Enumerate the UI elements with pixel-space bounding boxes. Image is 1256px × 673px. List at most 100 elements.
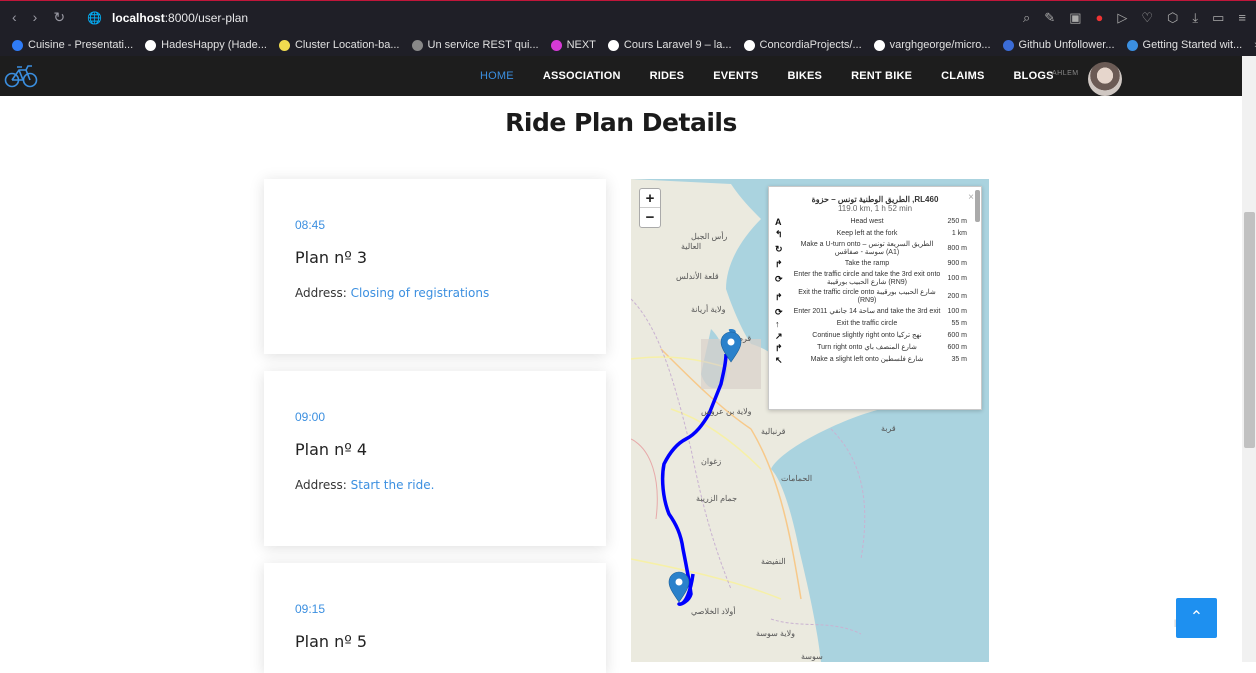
nav-item-events[interactable]: EVENTS bbox=[713, 70, 758, 82]
step-distance: 35 m bbox=[951, 356, 967, 363]
page-icon bbox=[411, 39, 423, 51]
bookmark-item[interactable]: Github Unfollower... bbox=[1002, 39, 1115, 51]
address-value[interactable]: Start the ride. bbox=[351, 478, 435, 492]
search-icon[interactable]: ⌕ bbox=[1023, 10, 1030, 26]
step-instruction: Take the ramp bbox=[844, 260, 890, 267]
bookmark-label: Cluster Location-ba... bbox=[294, 39, 400, 51]
browser-toolbar: ‹ › ↻ 🌐 localhost:8000/user-plan ⌕ ✎ ▣ ●… bbox=[0, 0, 1256, 34]
plan-card: 09:00 Plan nº 4 Address: Start the ride. bbox=[264, 371, 606, 546]
nav-item-rent-bike[interactable]: RENT BIKE bbox=[851, 70, 912, 82]
step-instruction: Enter ساحة 14 جانفي 2011 and take the 3r… bbox=[793, 308, 941, 315]
plan-name: Plan nº 3 bbox=[295, 248, 368, 267]
page-scrollbar-thumb[interactable] bbox=[1244, 212, 1255, 448]
svg-text:أولاد الخلاصي: أولاد الخلاصي bbox=[691, 605, 736, 616]
battery-icon[interactable]: ▭ bbox=[1212, 10, 1224, 26]
nav-item-blogs[interactable]: BLOGS bbox=[1014, 70, 1054, 82]
bookmark-item[interactable]: Cuisine - Presentati... bbox=[12, 39, 133, 51]
bookmark-label: Getting Started wit... bbox=[1142, 39, 1243, 51]
bookmark-label: NEXT bbox=[566, 39, 596, 51]
play-icon[interactable]: ▷ bbox=[1117, 10, 1127, 26]
step-distance: 100 m bbox=[947, 275, 967, 282]
route-step[interactable]: ↑ Exit the traffic circle 55 m bbox=[769, 318, 981, 330]
bookmark-item[interactable]: Cluster Location-ba... bbox=[278, 39, 400, 51]
plan-time: 09:15 bbox=[295, 602, 326, 616]
route-step[interactable]: ↱ Turn right onto شارع المنصف باي 600 m bbox=[769, 342, 981, 354]
zoom-in-button[interactable]: + bbox=[640, 189, 660, 208]
route-step[interactable]: ↗ Continue slightly right onto نهج تركيا 6… bbox=[769, 330, 981, 342]
forward-icon[interactable]: › bbox=[33, 9, 38, 26]
step-direction-icon: ⟳ bbox=[775, 307, 783, 317]
bookmark-item[interactable]: varghgeorge/micro... bbox=[873, 39, 991, 51]
site-navbar: HOME ASSOCIATION RIDES EVENTS BIKES RENT BIKE… bbox=[0, 56, 1256, 96]
bookmarks-bar: Cuisine - Presentati... HadesHappy (Hade.… bbox=[0, 34, 1256, 56]
plan-card: 09:15 Plan nº 5 bbox=[264, 563, 606, 673]
step-instruction: Exit the traffic circle onto شارع الحبيب… bbox=[798, 289, 936, 304]
nav-item-home[interactable]: HOME bbox=[480, 70, 514, 82]
back-to-top-button[interactable]: ⌃ bbox=[1176, 598, 1217, 638]
c-logo-icon bbox=[12, 39, 23, 51]
route-step[interactable]: ↻ Make a U-turn onto الطريق السريعة تونس … bbox=[769, 240, 981, 258]
nav-item-rides[interactable]: RIDES bbox=[650, 70, 685, 82]
bike-logo-icon[interactable] bbox=[4, 62, 38, 90]
reload-icon[interactable]: ↻ bbox=[53, 9, 65, 26]
url-host: localhost bbox=[112, 10, 165, 25]
bookmark-item[interactable]: NEXT bbox=[550, 39, 596, 51]
user-avatar[interactable] bbox=[1088, 62, 1122, 96]
step-distance: 250 m bbox=[947, 218, 967, 225]
svg-text:قلعة الأندلس: قلعة الأندلس bbox=[676, 271, 719, 281]
close-icon[interactable]: × bbox=[968, 192, 974, 203]
step-instruction: Keep left at the fork bbox=[836, 230, 898, 237]
step-instruction: Make a U-turn onto الطريق السريعة تونس –… bbox=[800, 241, 934, 256]
bookmark-label: HadesHappy (Hade... bbox=[161, 39, 267, 51]
route-step[interactable]: ⟳ Enter the traffic circle and take the 3… bbox=[769, 270, 981, 288]
sbs-icon bbox=[1002, 39, 1014, 51]
route-step[interactable]: ↱ Take the ramp 900 m bbox=[769, 258, 981, 270]
heart-icon[interactable]: ♡ bbox=[1141, 10, 1153, 26]
step-direction-icon: ↱ bbox=[775, 343, 783, 353]
nav-item-claims[interactable]: CLAIMS bbox=[941, 70, 984, 82]
bookmark-item[interactable]: Cours Laravel 9 – la... bbox=[607, 39, 732, 51]
route-step[interactable]: A Head west 250 m bbox=[769, 216, 981, 228]
step-direction-icon: ↖ bbox=[775, 355, 783, 365]
address-value[interactable]: Closing of registrations bbox=[351, 286, 490, 300]
route-step[interactable]: ⟳ Enter ساحة 14 جانفي 2011 and take the 3… bbox=[769, 306, 981, 318]
n-icon bbox=[550, 39, 562, 51]
shield-icon[interactable]: ● bbox=[1095, 10, 1103, 26]
bookmark-item[interactable]: HadesHappy (Hade... bbox=[145, 39, 267, 51]
bookmark-label: varghgeorge/micro... bbox=[889, 39, 991, 51]
cube-icon[interactable]: ⬡ bbox=[1167, 10, 1178, 26]
plan-address: Address: Closing of registrations bbox=[295, 286, 489, 300]
bookmark-item[interactable]: ConcordiaProjects/... bbox=[743, 39, 862, 51]
panel-scrollbar[interactable] bbox=[975, 190, 980, 222]
bookmark-item[interactable]: Un service REST qui... bbox=[411, 39, 539, 51]
route-map[interactable]: رأس الجبل العالية قلعة الأندلس ولاية أري… bbox=[631, 179, 989, 662]
svg-text:ولاية أريانة: ولاية أريانة bbox=[691, 303, 726, 314]
plan-name: Plan nº 5 bbox=[295, 632, 368, 651]
camera-icon[interactable]: ▣ bbox=[1069, 10, 1081, 26]
zoom-out-button[interactable]: − bbox=[640, 208, 660, 227]
user-name[interactable]: AHLEM bbox=[1052, 70, 1079, 77]
page-title: Ride Plan Details bbox=[505, 108, 737, 137]
nav-item-association[interactable]: ASSOCIATION bbox=[543, 70, 621, 82]
route-step[interactable]: ↰ Keep left at the fork 1 km bbox=[769, 228, 981, 240]
route-steps: A Head west 250 m ↰ Keep left at the fork 1 k… bbox=[769, 216, 981, 366]
svg-text:سوسة: سوسة bbox=[801, 652, 823, 661]
nav-item-bikes[interactable]: BIKES bbox=[787, 70, 822, 82]
edit-icon[interactable]: ✎ bbox=[1044, 10, 1055, 26]
step-direction-icon: ↗ bbox=[775, 331, 783, 341]
menu-icon[interactable]: ≡ bbox=[1238, 10, 1246, 26]
bookmark-item[interactable]: Getting Started wit... bbox=[1126, 39, 1243, 51]
address-bar[interactable]: 🌐 localhost:8000/user-plan bbox=[87, 11, 248, 25]
download-icon[interactable]: ⤓ bbox=[1192, 10, 1198, 26]
step-instruction: Make a slight left onto شارع فلسطين bbox=[810, 356, 924, 363]
bookmark-label: Un service REST qui... bbox=[427, 39, 539, 51]
back-icon[interactable]: ‹ bbox=[12, 9, 17, 26]
address-label: Address: bbox=[295, 478, 347, 492]
step-instruction: Turn right onto شارع المنصف باي bbox=[817, 344, 917, 351]
zoom-control: + − bbox=[639, 188, 661, 228]
route-directions-panel[interactable]: × الطريق الوطنية تونس – حزوة ,RL460 119.… bbox=[768, 186, 982, 410]
address-label: Address: bbox=[295, 286, 347, 300]
svg-text:النفيضة: النفيضة bbox=[761, 557, 786, 566]
route-step[interactable]: ↱ Exit the traffic circle onto شارع الحبي… bbox=[769, 288, 981, 306]
route-step[interactable]: ↖ Make a slight left onto شارع فلسطين 35 m bbox=[769, 354, 981, 366]
